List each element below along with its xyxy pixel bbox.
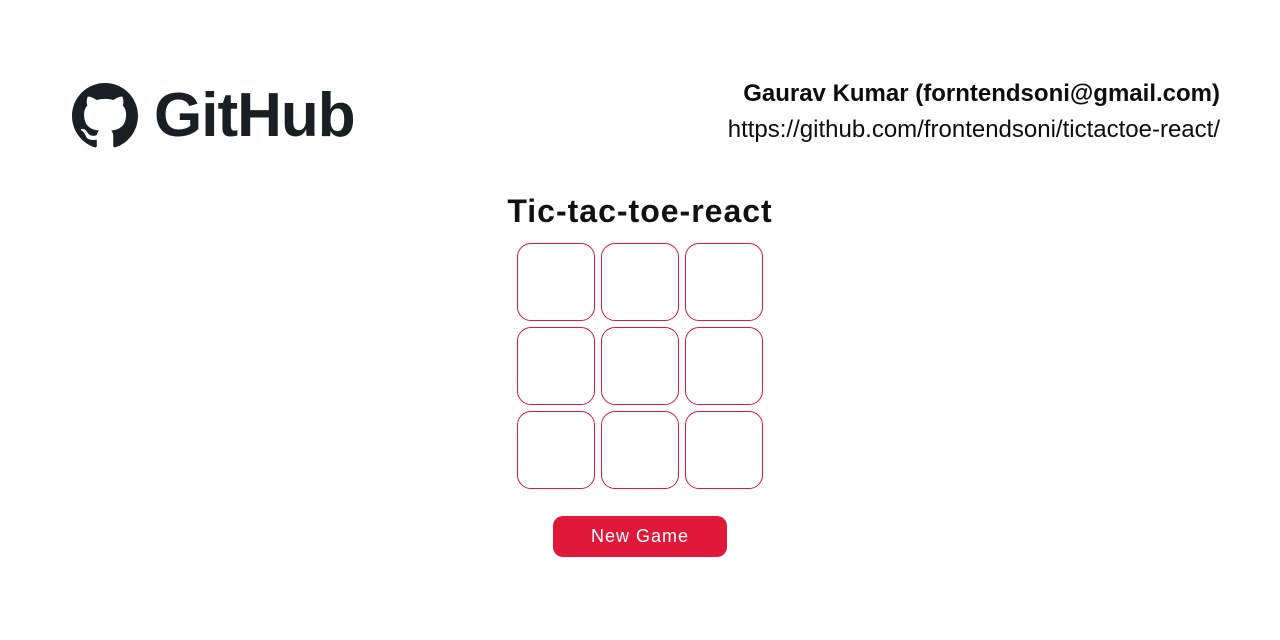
- github-mark-icon: [72, 83, 138, 149]
- board-cell[interactable]: [685, 411, 763, 489]
- board-cell[interactable]: [601, 243, 679, 321]
- board-cell[interactable]: [685, 327, 763, 405]
- github-logo: GitHub: [72, 80, 355, 151]
- board-cell[interactable]: [517, 327, 595, 405]
- header: GitHub Gaurav Kumar (forntendsoni@gmail.…: [0, 80, 1280, 170]
- game-area: Tic-tac-toe-react New Game: [0, 193, 1280, 557]
- game-title: Tic-tac-toe-react: [0, 193, 1280, 230]
- new-game-button[interactable]: New Game: [553, 516, 727, 557]
- board-row: [514, 408, 766, 492]
- board-cell[interactable]: [601, 411, 679, 489]
- board-row: [514, 324, 766, 408]
- board-row: [514, 240, 766, 324]
- board-cell[interactable]: [601, 327, 679, 405]
- repo-url[interactable]: https://github.com/frontendsoni/tictacto…: [728, 116, 1220, 144]
- github-wordmark: GitHub: [154, 80, 355, 151]
- page-root: GitHub Gaurav Kumar (forntendsoni@gmail.…: [0, 0, 1280, 640]
- controls: New Game: [0, 494, 1280, 557]
- board-cell[interactable]: [517, 411, 595, 489]
- author-name-email: Gaurav Kumar (forntendsoni@gmail.com): [728, 80, 1220, 108]
- game-board: [514, 240, 766, 492]
- board-cell[interactable]: [685, 243, 763, 321]
- author-meta: Gaurav Kumar (forntendsoni@gmail.com) ht…: [728, 80, 1220, 144]
- board-cell[interactable]: [517, 243, 595, 321]
